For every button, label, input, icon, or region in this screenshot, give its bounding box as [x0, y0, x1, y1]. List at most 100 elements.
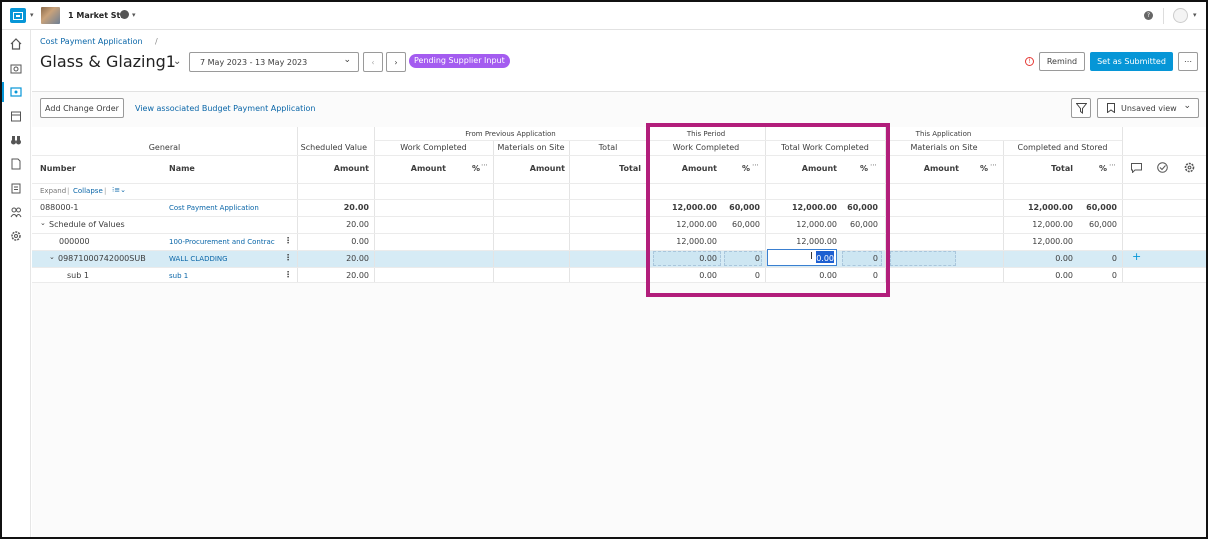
- row-number: 088000-1: [40, 203, 79, 212]
- header-prev-wc-amount[interactable]: Amount: [374, 164, 446, 173]
- header-cs-pct[interactable]: %: [1087, 164, 1107, 173]
- row-cs-total: 0.00: [1055, 254, 1073, 263]
- check-circle-icon[interactable]: [1157, 162, 1168, 175]
- header-general: General: [148, 143, 181, 152]
- row-menu-icon[interactable]: ⋮: [284, 270, 292, 279]
- row-cs-total: 12,000.00: [1027, 203, 1073, 212]
- bookmark-icon: [1107, 103, 1115, 113]
- header-cs-total[interactable]: Total: [1003, 164, 1073, 173]
- filter-button[interactable]: [1071, 98, 1091, 118]
- breadcrumb-separator: /: [155, 37, 158, 46]
- add-row-icon[interactable]: +: [1132, 250, 1141, 263]
- column-divider: [1122, 127, 1123, 283]
- row-name-link[interactable]: WALL CLADDING: [169, 255, 228, 263]
- row-scheduled-value: 20.00: [346, 254, 369, 263]
- header-completed-stored: Completed and Stored: [1017, 143, 1108, 152]
- row-scheduled-value: 0.00: [351, 237, 369, 246]
- chevron-down-icon[interactable]: ▾: [30, 11, 34, 19]
- remind-button[interactable]: Remind: [1039, 52, 1085, 71]
- home-icon[interactable]: [8, 36, 24, 52]
- column-menu-icon[interactable]: ⋯: [990, 161, 997, 169]
- row-menu-icon[interactable]: ⋮: [284, 236, 292, 245]
- members-icon[interactable]: [8, 204, 24, 220]
- camera-icon[interactable]: [8, 60, 24, 76]
- date-range-select[interactable]: 7 May 2023 - 13 May 2023 ⌄: [189, 52, 359, 72]
- highlight-annotation-box: [646, 123, 890, 297]
- header-prev-wc-pct[interactable]: %: [452, 164, 480, 173]
- row-name-link[interactable]: sub 1: [169, 272, 188, 280]
- row-divider: [32, 183, 1206, 184]
- header-mos-amount[interactable]: Amount: [885, 164, 959, 173]
- project-name[interactable]: 1 Market St.: [68, 11, 123, 20]
- group-header-from-previous: From Previous Application: [465, 130, 556, 138]
- help-icon[interactable]: ?: [1144, 11, 1153, 20]
- row-number: sub 1: [67, 271, 89, 280]
- previous-period-button[interactable]: ‹: [363, 52, 383, 72]
- app-switcher-icon[interactable]: [10, 8, 26, 23]
- chevron-down-icon[interactable]: ▾: [1193, 11, 1197, 19]
- row-number: 000000: [59, 237, 90, 246]
- header-prev-total: Total: [598, 143, 618, 152]
- header-mos-pct[interactable]: %: [970, 164, 988, 173]
- top-bar: ▾ 1 Market St. ▾ ? ▾: [2, 2, 1206, 30]
- settings-icon[interactable]: [1184, 162, 1195, 175]
- column-menu-icon[interactable]: ⋯: [481, 161, 488, 169]
- chevron-left-icon: ‹: [371, 57, 375, 67]
- materials-input[interactable]: [890, 251, 956, 266]
- project-thumbnail[interactable]: [41, 7, 60, 24]
- add-change-order-button[interactable]: Add Change Order: [40, 98, 124, 118]
- level-select-icon[interactable]: ⁝≡⌄: [112, 186, 126, 194]
- row-scheduled-value: 20.00: [343, 203, 369, 212]
- set-as-submitted-button[interactable]: Set as Submitted: [1090, 52, 1173, 71]
- more-options-button[interactable]: ⋯: [1178, 52, 1198, 71]
- binoculars-icon[interactable]: [8, 132, 24, 148]
- header-prev-materials: Materials on Site: [497, 143, 565, 152]
- row-divider: [32, 233, 1206, 234]
- breadcrumb[interactable]: Cost Payment Application: [40, 37, 143, 46]
- row-number: 09871000742000SUB: [58, 254, 146, 263]
- column-menu-icon[interactable]: ⋯: [1109, 161, 1116, 169]
- header-sched-amount[interactable]: Amount: [297, 164, 369, 173]
- warning-icon: !: [1025, 57, 1034, 66]
- next-period-button[interactable]: ›: [386, 52, 406, 72]
- header-prev-work-completed: Work Completed: [400, 143, 467, 152]
- app-window: ▾ 1 Market St. ▾ ? ▾ Cost Payment Applic…: [0, 0, 1208, 539]
- document-icon[interactable]: [8, 156, 24, 172]
- row-name-link[interactable]: 100-Procurement and Contracti...: [169, 238, 275, 246]
- separator: |: [67, 187, 70, 195]
- row-divider: [32, 155, 1206, 156]
- cost-icon[interactable]: [8, 84, 24, 100]
- row-divider: [32, 216, 1206, 217]
- chevron-down-icon[interactable]: ⌄: [173, 56, 181, 67]
- collapse-link[interactable]: Collapse: [73, 187, 103, 195]
- column-divider: [569, 141, 570, 283]
- date-range-text: 7 May 2023 - 13 May 2023: [200, 57, 308, 67]
- expand-link[interactable]: Expand: [40, 187, 66, 195]
- row-cs-pct: 60,000: [1089, 220, 1117, 229]
- page-title[interactable]: Glass & Glazing1: [40, 52, 176, 71]
- active-indicator: [2, 82, 4, 102]
- comment-icon[interactable]: [1131, 163, 1142, 175]
- row-name-link[interactable]: Cost Payment Application: [169, 204, 259, 212]
- expand-chevron-icon[interactable]: ⌄: [40, 219, 46, 227]
- header-number[interactable]: Number: [40, 164, 76, 173]
- header-name[interactable]: Name: [169, 164, 195, 173]
- view-budget-link[interactable]: View associated Budget Payment Applicati…: [135, 104, 315, 113]
- clipboard-icon[interactable]: [8, 180, 24, 196]
- chevron-down-icon: ⌄: [343, 55, 351, 65]
- calendar-icon[interactable]: [8, 108, 24, 124]
- chevron-right-icon: ›: [394, 57, 398, 67]
- view-select-text: Unsaved view: [1121, 103, 1177, 113]
- expand-chevron-icon[interactable]: ⌄: [49, 253, 55, 261]
- left-navigation-rail: [2, 30, 31, 537]
- filter-icon: [1075, 102, 1087, 114]
- user-avatar-icon[interactable]: [1173, 8, 1188, 23]
- view-select[interactable]: Unsaved view ⌄: [1097, 98, 1199, 118]
- settings-icon[interactable]: [8, 228, 24, 244]
- header-prev-mos-amount[interactable]: Amount: [493, 164, 565, 173]
- chevron-down-icon[interactable]: ▾: [132, 11, 136, 19]
- header-prev-total[interactable]: Total: [569, 164, 641, 173]
- globe-icon: [120, 10, 129, 19]
- row-menu-icon[interactable]: ⋮: [284, 253, 292, 262]
- header-divider: [32, 91, 1206, 92]
